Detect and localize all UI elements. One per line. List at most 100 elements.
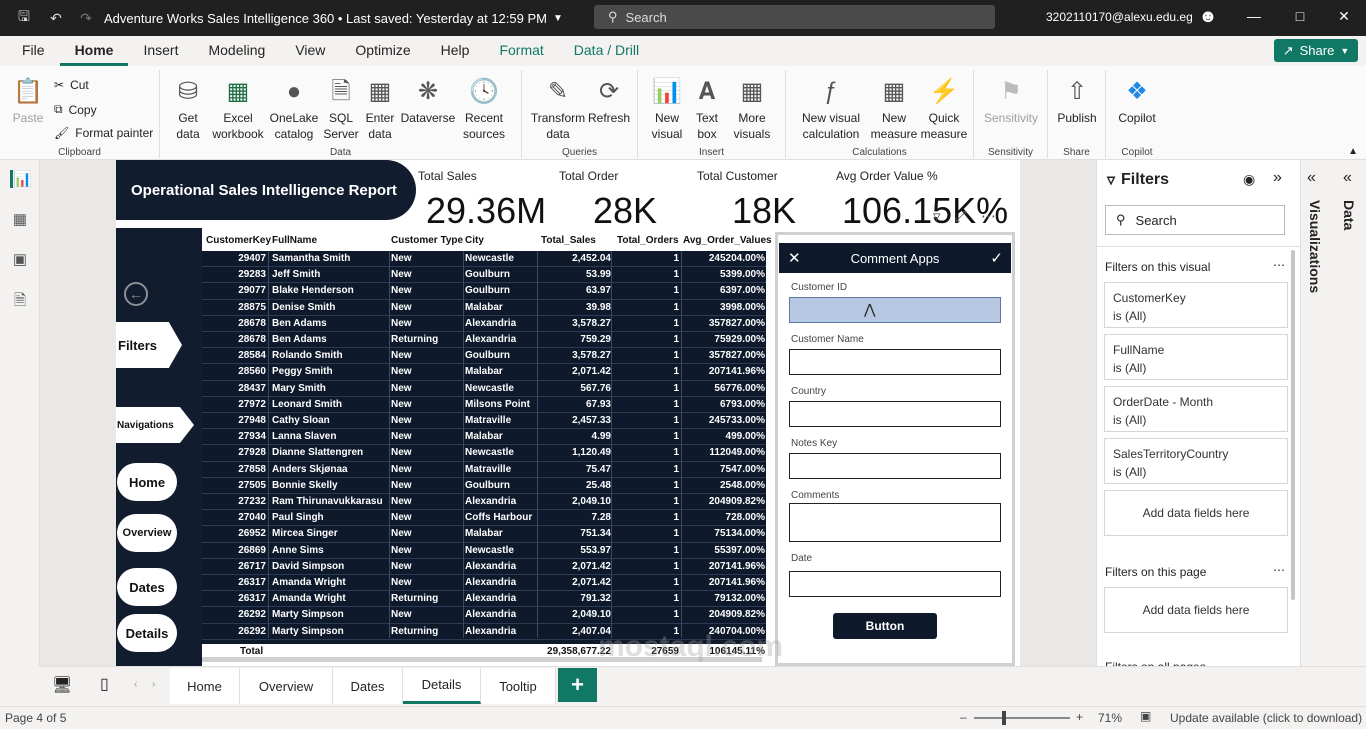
minimize-icon[interactable]: —: [1244, 8, 1264, 24]
recent-sources-button[interactable]: 🕓 Recent sources: [458, 76, 510, 142]
visualizations-pane-tab[interactable]: Visualizations: [1307, 200, 1323, 293]
redo-icon[interactable]: ↷: [74, 10, 98, 27]
quick-measure-button[interactable]: ⚡ Quick measure: [920, 76, 968, 142]
customer-id-input[interactable]: ⋀: [789, 297, 1001, 323]
publish-button[interactable]: ⇧ Publish: [1054, 76, 1100, 126]
col-header-total-sales[interactable]: Total_Sales: [541, 235, 596, 246]
undo-icon[interactable]: ↶: [44, 10, 68, 27]
more-options-icon[interactable]: ⋯: [1273, 563, 1285, 577]
menu-help[interactable]: Help: [426, 36, 485, 66]
comments-input[interactable]: [789, 503, 1001, 542]
paste-button[interactable]: 📋 Paste: [10, 76, 46, 126]
notes-key-input[interactable]: [789, 453, 1001, 479]
zoom-in-icon[interactable]: +: [1076, 710, 1083, 724]
copilot-button[interactable]: ❖ Copilot: [1112, 76, 1162, 126]
update-available-link[interactable]: Update available (click to download): [1170, 711, 1362, 725]
menu-format[interactable]: Format: [484, 36, 558, 66]
col-header-city[interactable]: City: [465, 235, 484, 246]
menu-optimize[interactable]: Optimize: [340, 36, 425, 66]
sql-server-button[interactable]: 🗎 SQL Server: [322, 76, 360, 142]
onelake-catalog-button[interactable]: ● OneLake catalog: [268, 76, 320, 142]
overview-nav-button[interactable]: Overview: [117, 514, 177, 552]
navigations-nav-button[interactable]: Navigations: [116, 407, 194, 443]
close-icon[interactable]: ✕: [1334, 8, 1354, 25]
sensitivity-button[interactable]: ⚑ Sensitivity: [980, 76, 1042, 126]
menu-view[interactable]: View: [280, 36, 340, 66]
new-measure-button[interactable]: ▦ New measure: [870, 76, 918, 142]
dataverse-button[interactable]: ❋ Dataverse: [400, 76, 456, 126]
tab-dates[interactable]: Dates: [333, 668, 403, 704]
filters-scrollbar[interactable]: [1291, 250, 1295, 600]
close-icon[interactable]: ✕: [788, 249, 801, 267]
more-options-icon[interactable]: ⋯: [981, 208, 996, 225]
filter-card-salesterritorycountry[interactable]: SalesTerritoryCountry is (All): [1104, 438, 1288, 484]
zoom-out-icon[interactable]: –: [960, 710, 967, 724]
more-visuals-button[interactable]: ▦ More visuals: [726, 76, 778, 142]
excel-workbook-button[interactable]: ▦ Excel workbook: [210, 76, 266, 142]
customer-details-table[interactable]: CustomerKey FullName Customer Type City …: [202, 230, 772, 660]
global-search-input[interactable]: ⚲ Search: [594, 5, 995, 29]
tab-tooltip[interactable]: Tooltip: [481, 668, 556, 704]
checkmark-icon[interactable]: ✓: [990, 249, 1003, 267]
table-view-icon[interactable]: ▦: [10, 210, 30, 228]
details-nav-button[interactable]: Details: [117, 614, 177, 652]
user-avatar-icon[interactable]: ☻: [1198, 6, 1218, 27]
get-data-button[interactable]: ⛁ Get data: [170, 76, 206, 142]
format-painter-button[interactable]: 🖌 Format painter: [54, 126, 153, 140]
menu-insert[interactable]: Insert: [128, 36, 193, 66]
data-pane-tab[interactable]: Data: [1341, 200, 1357, 230]
menu-home[interactable]: Home: [59, 36, 129, 66]
collapse-ribbon-icon[interactable]: ▲: [1348, 146, 1358, 157]
col-header-customerkey[interactable]: CustomerKey: [206, 235, 271, 246]
menu-data-drill[interactable]: Data / Drill: [559, 36, 654, 66]
title-dropdown-icon[interactable]: ▼: [553, 13, 563, 24]
zoom-slider-handle[interactable]: [1002, 711, 1006, 725]
desktop-layout-icon[interactable]: 🖥: [52, 675, 72, 695]
add-page-filter-field[interactable]: Add data fields here: [1104, 587, 1288, 633]
customer-name-input[interactable]: [789, 349, 1001, 375]
add-page-button[interactable]: +: [558, 668, 597, 702]
focus-mode-icon[interactable]: ⤢: [955, 208, 967, 225]
eye-icon[interactable]: ◉: [1243, 171, 1255, 188]
cut-button[interactable]: ✂ Cut: [54, 78, 89, 92]
model-view-icon[interactable]: ▣: [10, 250, 30, 268]
mobile-layout-icon[interactable]: ▯: [100, 674, 109, 694]
menu-file[interactable]: File: [7, 36, 60, 66]
prev-page-icon[interactable]: ‹: [134, 679, 137, 690]
dax-query-view-icon[interactable]: 🗎: [10, 290, 30, 315]
col-header-customer-type[interactable]: Customer Type: [391, 235, 463, 246]
fit-to-page-icon[interactable]: ▣: [1140, 709, 1151, 723]
expand-data-icon[interactable]: «: [1343, 169, 1352, 187]
expand-visualizations-icon[interactable]: «: [1307, 169, 1316, 187]
share-button[interactable]: ↗ Share ▼: [1274, 39, 1358, 62]
enter-data-button[interactable]: ▦ Enter data: [362, 76, 398, 142]
col-header-total-orders[interactable]: Total_Orders: [617, 235, 679, 246]
back-arrow-icon[interactable]: ←: [124, 282, 148, 306]
maximize-icon[interactable]: □: [1290, 8, 1310, 24]
copy-button[interactable]: ⧉ Copy: [54, 102, 97, 117]
more-options-icon[interactable]: ⋯: [1273, 258, 1285, 272]
menu-modeling[interactable]: Modeling: [193, 36, 280, 66]
country-input[interactable]: [789, 401, 1001, 427]
refresh-button[interactable]: ⟳ Refresh: [586, 76, 632, 126]
tab-overview[interactable]: Overview: [240, 668, 333, 704]
save-icon[interactable]: 🖫: [12, 6, 36, 30]
filter-card-customerkey[interactable]: CustomerKey is (All): [1104, 282, 1288, 328]
collapse-filters-icon[interactable]: »: [1273, 169, 1282, 187]
filter-icon[interactable]: ▿: [933, 208, 941, 225]
filter-card-fullname[interactable]: FullName is (All): [1104, 334, 1288, 380]
home-nav-button[interactable]: Home: [117, 463, 177, 501]
transform-data-button[interactable]: ✎ Transform data: [530, 76, 586, 142]
text-box-button[interactable]: 𝐀 Text box: [688, 76, 726, 142]
user-account[interactable]: 3202110170@alexu.edu.eg: [1046, 10, 1193, 24]
new-visual-calculation-button[interactable]: ƒ New visual calculation: [794, 76, 868, 142]
col-header-fullname[interactable]: FullName: [272, 235, 317, 246]
zoom-slider[interactable]: [974, 711, 1070, 725]
filter-card-orderdate-month[interactable]: OrderDate - Month is (All): [1104, 386, 1288, 432]
tab-details[interactable]: Details: [403, 668, 481, 704]
col-header-avg-order-values[interactable]: Avg_Order_Values: [683, 235, 772, 246]
add-visual-filter-field[interactable]: Add data fields here: [1104, 490, 1288, 536]
date-input[interactable]: [789, 571, 1001, 597]
filters-search-input[interactable]: ⚲ Search: [1105, 205, 1285, 235]
report-view-icon[interactable]: 📊: [10, 170, 32, 188]
